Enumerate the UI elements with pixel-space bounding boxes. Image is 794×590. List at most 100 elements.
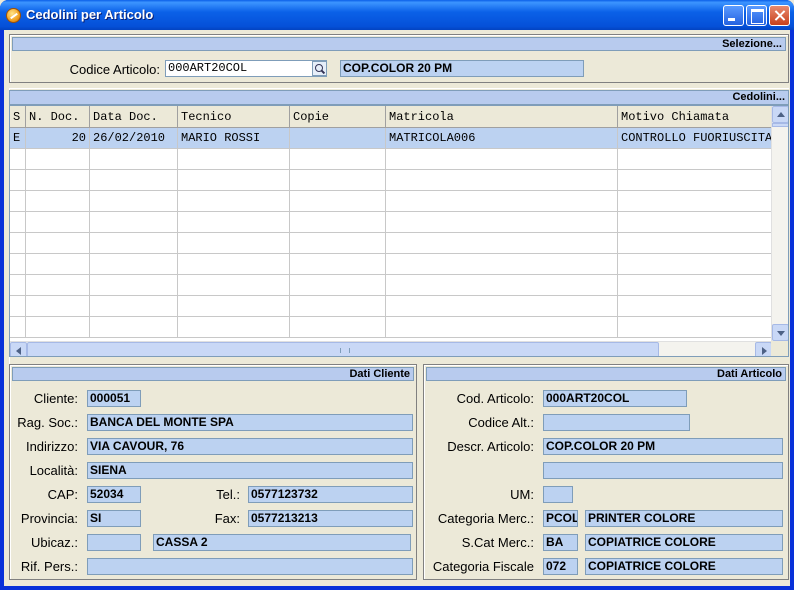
table-cell: [90, 149, 178, 170]
table-cell: [290, 254, 386, 275]
table-cell: [90, 170, 178, 191]
cap-field: 52034: [87, 486, 141, 503]
table-header: S N. Doc. Data Doc. Tecnico Copie Matricola Mo…: [10, 106, 778, 128]
column-header[interactable]: N. Doc.: [26, 106, 90, 128]
maximize-button[interactable]: [746, 5, 767, 26]
table-row[interactable]: [10, 149, 778, 170]
categoria-merc-label: Categoria Merc.:: [437, 511, 534, 526]
table-cell: [290, 296, 386, 317]
table-row[interactable]: [10, 317, 778, 338]
table-cell: E: [10, 128, 26, 149]
table-cell: 26/02/2010: [90, 128, 178, 149]
column-header[interactable]: Copie: [290, 106, 386, 128]
table-cell: [90, 254, 178, 275]
horizontal-scrollbar[interactable]: [10, 341, 772, 356]
cliente-code-field: 000051: [87, 390, 141, 407]
codice-articolo-input[interactable]: 000ART20COL: [165, 60, 327, 77]
table-cell: [290, 212, 386, 233]
localita-field: SIENA: [87, 462, 413, 479]
selection-header: Selezione...: [12, 37, 786, 51]
column-header[interactable]: Tecnico: [178, 106, 290, 128]
ubicaz-field: CASSA 2: [153, 534, 411, 551]
column-header[interactable]: S: [10, 106, 26, 128]
cod-articolo-label: Cod. Articolo:: [456, 391, 534, 406]
scroll-down-button[interactable]: [772, 324, 788, 341]
codice-alt-label: Codice Alt.:: [468, 415, 534, 430]
vertical-scroll-thumb[interactable]: [772, 123, 788, 127]
table-cell: [618, 296, 778, 317]
cliente-label: Cliente:: [33, 391, 78, 406]
minimize-button[interactable]: [723, 5, 744, 26]
table-cell: [10, 317, 26, 338]
table-cell: [618, 275, 778, 296]
table-cell: [90, 275, 178, 296]
table-cell: [90, 233, 178, 254]
table-cell: MARIO ROSSI: [178, 128, 290, 149]
selection-group: Selezione... Codice Articolo: 000ART20CO…: [9, 34, 789, 83]
um-label: UM:: [510, 487, 534, 502]
table-row[interactable]: [10, 233, 778, 254]
table-cell: [618, 254, 778, 275]
rifpers-label: Rif. Pers.:: [20, 559, 78, 574]
codice-articolo-label: Codice Articolo:: [69, 62, 160, 77]
vertical-scrollbar[interactable]: [771, 106, 788, 341]
title-bar[interactable]: Cedolini per Articolo: [0, 0, 794, 30]
indirizzo-label: Indirizzo:: [25, 439, 78, 454]
table-cell: [26, 296, 90, 317]
table-cell: [290, 191, 386, 212]
table-cell: [386, 317, 618, 338]
table-cell: [178, 149, 290, 170]
scroll-right-button[interactable]: [755, 342, 772, 356]
localita-label: Località:: [29, 463, 78, 478]
cap-label: CAP:: [47, 487, 78, 502]
table-cell: [10, 233, 26, 254]
provincia-field: SI: [87, 510, 141, 527]
column-header[interactable]: Data Doc.: [90, 106, 178, 128]
table-row[interactable]: [10, 170, 778, 191]
table-row[interactable]: [10, 275, 778, 296]
articolo-description: COP.COLOR 20 PM: [340, 60, 584, 77]
table-cell: [10, 212, 26, 233]
table-cell: [290, 170, 386, 191]
search-icon[interactable]: [312, 61, 327, 76]
table-cell: [26, 191, 90, 212]
table-row[interactable]: [10, 191, 778, 212]
column-header[interactable]: Matricola: [386, 106, 618, 128]
table-cell: [386, 275, 618, 296]
table-cell: [10, 275, 26, 296]
table-cell: [178, 317, 290, 338]
table-cell: [618, 317, 778, 338]
categoria-fiscale-field: COPIATRICE COLORE: [585, 558, 783, 575]
tel-label: Tel.:: [216, 487, 240, 502]
table-cell: [290, 317, 386, 338]
table-cell: [386, 233, 618, 254]
table-cell: [178, 233, 290, 254]
table-cell: [386, 149, 618, 170]
table-cell: [26, 212, 90, 233]
cedolini-table[interactable]: S N. Doc. Data Doc. Tecnico Copie Matricola Mo…: [9, 105, 789, 357]
descr-articolo-label: Descr. Articolo:: [447, 439, 534, 454]
categoria-fiscale-label: Categoria Fiscale: [432, 559, 534, 574]
table-cell: [618, 233, 778, 254]
ragsoc-field: BANCA DEL MONTE SPA: [87, 414, 413, 431]
table-cell: [26, 170, 90, 191]
horizontal-scroll-thumb[interactable]: [27, 342, 659, 356]
table-row[interactable]: [10, 254, 778, 275]
table-row[interactable]: E 20 26/02/2010 MARIO ROSSI MATRICOLA006 CONT…: [10, 128, 778, 149]
table-cell: [386, 296, 618, 317]
app-icon: [6, 8, 21, 23]
table-cell: [618, 212, 778, 233]
table-cell: [290, 128, 386, 149]
scroll-left-button[interactable]: [10, 342, 27, 356]
scroll-up-button[interactable]: [772, 106, 788, 123]
table-cell: [10, 296, 26, 317]
table-row[interactable]: [10, 212, 778, 233]
scroll-corner: [771, 341, 788, 356]
close-button[interactable]: [769, 5, 790, 26]
table-row[interactable]: [10, 296, 778, 317]
cliente-group: Dati Cliente Cliente: 000051 Rag. Soc.: …: [9, 364, 417, 580]
column-header[interactable]: Motivo Chiamata: [618, 106, 778, 128]
cedolini-header: Cedolini...: [9, 90, 789, 105]
ubicaz-label: Ubicaz.:: [31, 535, 78, 550]
table-cell: [386, 254, 618, 275]
